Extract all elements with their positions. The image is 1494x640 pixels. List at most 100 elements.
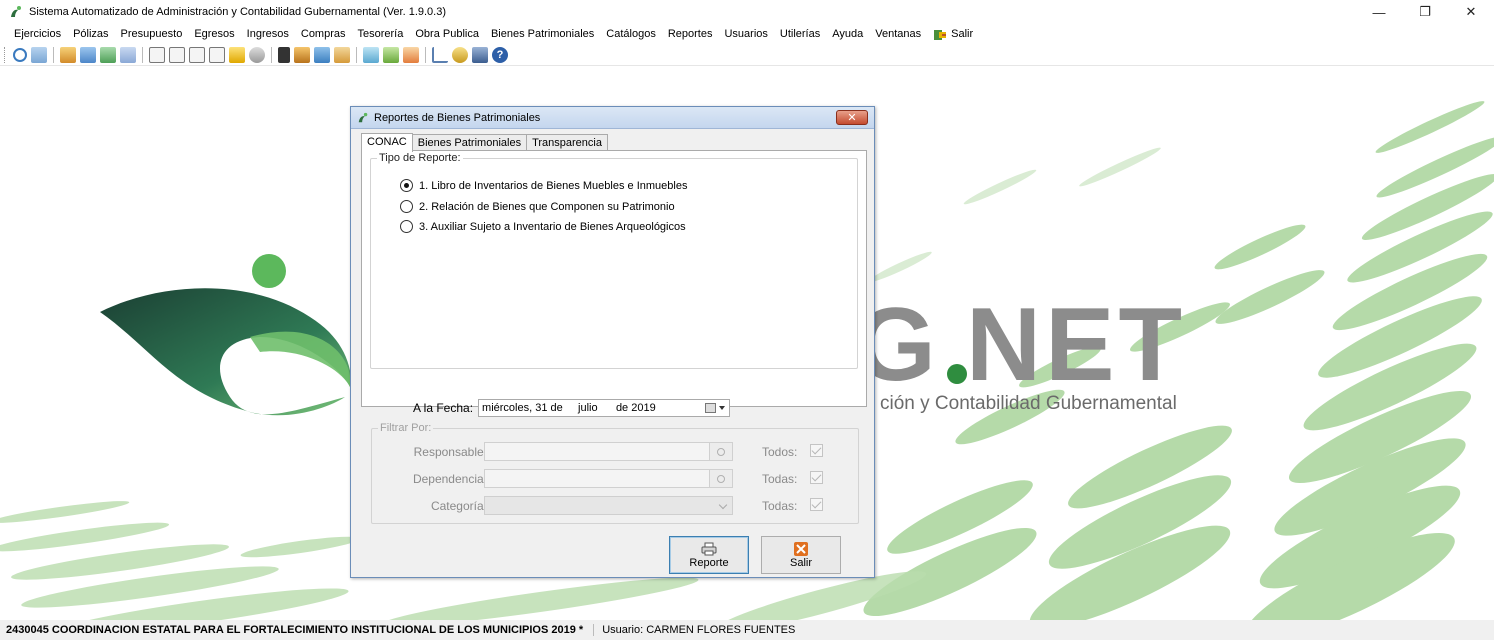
transfer-icon[interactable]: [80, 46, 96, 63]
tab-transparencia[interactable]: Transparencia: [526, 134, 608, 151]
dependencia-field[interactable]: [484, 469, 711, 488]
window-title: Sistema Automatizado de Administración y…: [29, 6, 447, 18]
document-p-icon[interactable]: [209, 46, 225, 63]
menu-utilerias[interactable]: Utilerías: [774, 24, 826, 44]
refresh-icon[interactable]: [13, 47, 27, 62]
salir-button-label: Salir: [789, 556, 812, 569]
dialog-tabs: CONAC Bienes Patrimoniales Transparencia: [361, 133, 608, 152]
radio-button[interactable]: [400, 200, 413, 213]
radio-button-checked[interactable]: [400, 179, 413, 192]
radio-option-label: 3. Auxiliar Sujeto a Inventario de Biene…: [419, 220, 686, 233]
menu-salir-label: Salir: [951, 28, 974, 40]
report-icon[interactable]: [229, 46, 245, 63]
logo-tagline: ción y Contabilidad Gubernamental: [880, 393, 1177, 414]
close-window-button[interactable]: ✕: [1448, 0, 1494, 24]
tab-bienes-patrimoniales[interactable]: Bienes Patrimoniales: [411, 134, 528, 151]
fecha-row: A la Fecha: miércoles, 31 de julio de 20…: [413, 399, 731, 417]
status-user: Usuario: CARMEN FLORES FUENTES: [593, 624, 795, 636]
filtrar-por-label: Filtrar Por:: [378, 422, 434, 434]
box-icon[interactable]: [294, 46, 310, 63]
inventory-icon[interactable]: [363, 46, 379, 63]
menu-presupuesto[interactable]: Presupuesto: [115, 24, 189, 44]
folder-icon[interactable]: [60, 46, 76, 63]
print-icon[interactable]: [249, 46, 265, 63]
documents-icon[interactable]: [31, 46, 47, 63]
toolbar-separator: [425, 46, 426, 63]
menu-ejercicios[interactable]: Ejercicios: [8, 24, 67, 44]
radio-option-relacion-bienes[interactable]: 2. Relación de Bienes que Componen su Pa…: [400, 200, 675, 213]
users-icon[interactable]: [403, 46, 419, 63]
radio-option-libro-inventarios[interactable]: 1. Libro de Inventarios de Bienes Mueble…: [400, 179, 687, 192]
package-icon[interactable]: [334, 46, 350, 63]
filtrar-por-group: Filtrar Por: Responsable: Todos: Depende…: [371, 422, 860, 524]
dialog-title: Reportes de Bienes Patrimoniales: [374, 111, 541, 124]
fecha-date-picker[interactable]: miércoles, 31 de julio de 2019: [478, 399, 731, 417]
table-icon[interactable]: [120, 46, 136, 63]
save-icon[interactable]: [472, 46, 488, 63]
toolbar-separator: [142, 46, 143, 63]
status-entity: 2430045 COORDINACION ESTATAL PARA EL FOR…: [6, 624, 584, 636]
radio-option-label: 1. Libro de Inventarios de Bienes Mueble…: [419, 179, 688, 192]
status-bar: 2430045 COORDINACION ESTATAL PARA EL FOR…: [0, 620, 1494, 640]
responsable-todos-label: Todos:: [762, 445, 798, 459]
menu-tesoreria[interactable]: Tesorería: [352, 24, 410, 44]
clipboard-icon[interactable]: [278, 46, 290, 63]
toolbar: ?: [0, 44, 1494, 66]
responsable-field[interactable]: [484, 442, 711, 461]
menu-ventanas[interactable]: Ventanas: [869, 24, 927, 44]
logo-dot: [252, 254, 286, 288]
menu-salir[interactable]: Salir: [927, 24, 979, 44]
radio-option-label: 2. Relación de Bienes que Componen su Pa…: [419, 200, 675, 213]
calendar-dropdown-button[interactable]: [705, 402, 726, 414]
filter-row-responsable: Responsable: Todos:: [372, 442, 860, 462]
document-e-icon[interactable]: [189, 46, 205, 63]
exit-x-icon: [793, 541, 809, 556]
menu-ingresos[interactable]: Ingresos: [241, 24, 295, 44]
menu-obra-publica[interactable]: Obra Publica: [409, 24, 485, 44]
help-icon[interactable]: ?: [492, 46, 508, 63]
hierarchy-icon[interactable]: [432, 46, 448, 63]
categoria-select[interactable]: [484, 496, 733, 515]
tipo-reporte-group: Tipo de Reporte: 1. Libro de Inventarios…: [370, 152, 858, 369]
dependencia-todas-checkbox[interactable]: [810, 471, 823, 484]
toolbar-separator: [271, 46, 272, 63]
calendar-icon: [705, 403, 717, 413]
responsable-todos-checkbox[interactable]: [810, 444, 823, 457]
menu-bienes-patrimoniales[interactable]: Bienes Patrimoniales: [485, 24, 600, 44]
menu-compras[interactable]: Compras: [295, 24, 352, 44]
reporte-button[interactable]: Reporte: [669, 536, 749, 574]
document-c-icon[interactable]: [149, 46, 165, 63]
radio-button[interactable]: [400, 220, 413, 233]
menu-reportes[interactable]: Reportes: [662, 24, 719, 44]
menu-polizas[interactable]: Pólizas: [67, 24, 114, 44]
dependencia-search-button[interactable]: [709, 469, 733, 488]
exit-door-icon: [933, 28, 947, 40]
fecha-value: miércoles, 31 de julio de 2019: [482, 402, 656, 414]
tab-conac[interactable]: CONAC: [361, 133, 413, 152]
ledger-icon[interactable]: [100, 46, 116, 63]
dependencia-label: Dependencia:: [412, 472, 487, 486]
window-controls: — ❐ ✕: [1356, 0, 1494, 24]
menu-usuarios[interactable]: Usuarios: [718, 24, 773, 44]
key-icon[interactable]: [452, 46, 468, 63]
dialog-close-button[interactable]: ✕: [836, 110, 868, 125]
maximize-button[interactable]: ❐: [1402, 0, 1448, 24]
reportes-bienes-dialog: Reportes de Bienes Patrimoniales ✕ CONAC…: [350, 106, 875, 578]
radio-option-auxiliar-arqueologicos[interactable]: 3. Auxiliar Sujeto a Inventario de Biene…: [400, 220, 686, 233]
filter-row-dependencia: Dependencia: Todas:: [372, 469, 860, 489]
dependencia-todas-label: Todas:: [762, 472, 798, 486]
document-d-icon[interactable]: [169, 46, 185, 63]
salir-button[interactable]: Salir: [761, 536, 841, 574]
tools-icon[interactable]: [383, 46, 399, 63]
chevron-down-icon: [718, 500, 728, 510]
truck-icon[interactable]: [314, 46, 330, 63]
menu-catalogos[interactable]: Catálogos: [600, 24, 662, 44]
responsable-search-button[interactable]: [709, 442, 733, 461]
chevron-down-icon: [719, 406, 726, 410]
categoria-todas-checkbox[interactable]: [810, 498, 823, 511]
menu-egresos[interactable]: Egresos: [188, 24, 240, 44]
menu-ayuda[interactable]: Ayuda: [826, 24, 869, 44]
minimize-button[interactable]: —: [1356, 0, 1402, 24]
search-icon: [717, 474, 725, 483]
tipo-reporte-label: Tipo de Reporte:: [377, 152, 463, 164]
